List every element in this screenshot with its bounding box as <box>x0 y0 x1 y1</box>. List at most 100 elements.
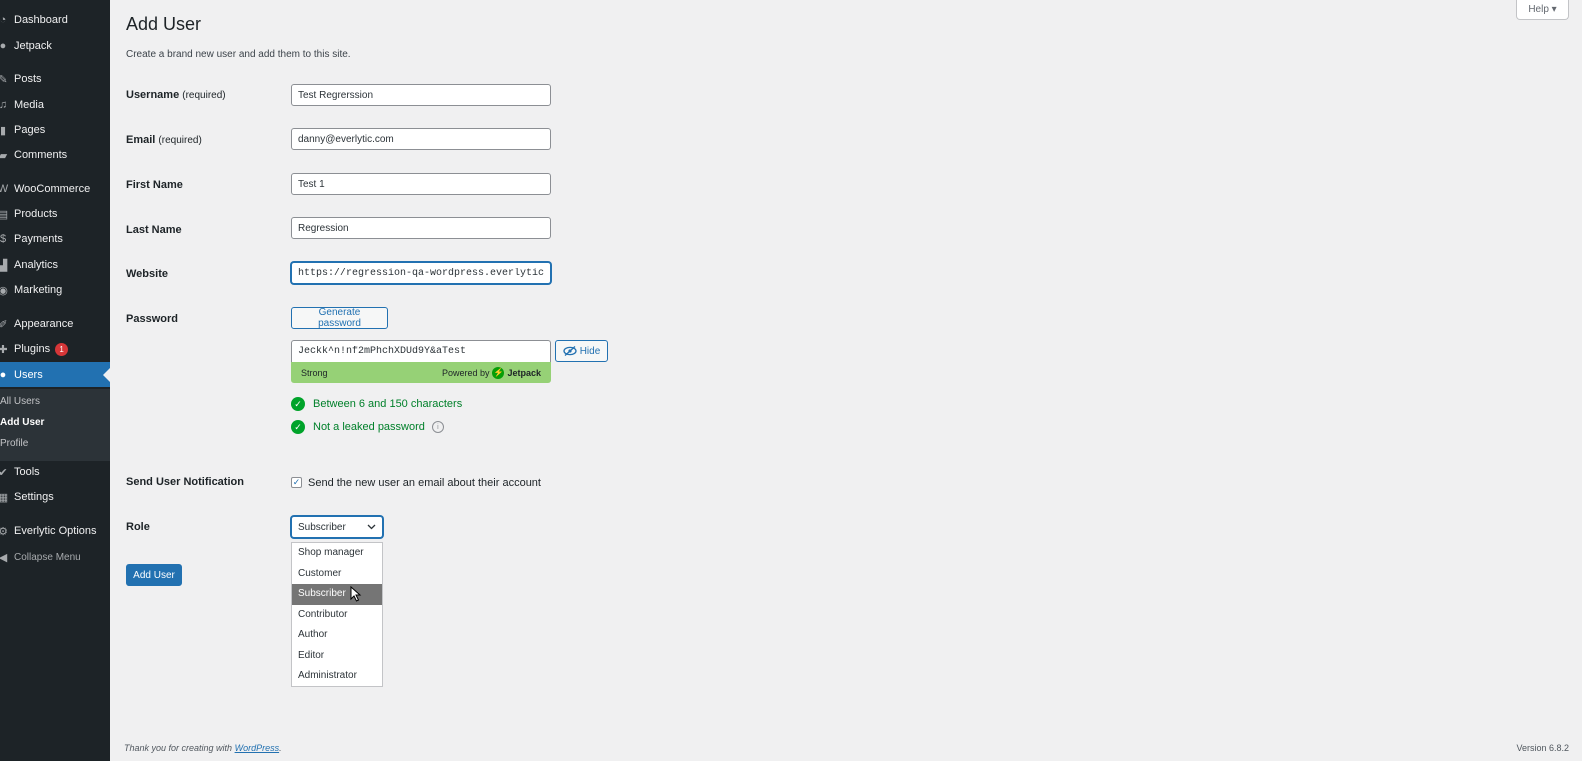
add-user-button[interactable]: Add User <box>126 564 182 586</box>
sidebar-item-analytics[interactable]: ▟ Analytics <box>0 253 110 277</box>
send-notification-text[interactable]: Send the new user an email about their a… <box>308 477 541 489</box>
wordpress-link[interactable]: WordPress <box>235 743 280 753</box>
website-label: Website <box>126 268 168 280</box>
media-icon: ♫ <box>0 99 8 111</box>
role-option-shop-manager[interactable]: Shop manager <box>292 543 382 564</box>
settings-icon: ▦ <box>0 491 9 504</box>
sidebar-item-products[interactable]: ▤ Products <box>0 202 110 226</box>
email-input[interactable] <box>291 128 551 150</box>
sidebar-item-comments[interactable]: ▰ Comments <box>0 143 110 167</box>
users-submenu: All Users Add User Profile <box>0 389 110 461</box>
role-option-customer[interactable]: Customer <box>292 564 382 585</box>
sidebar-item-label: Tools <box>14 466 40 478</box>
role-option-subscriber[interactable]: Subscriber <box>292 584 382 605</box>
submenu-item-profile[interactable]: Profile <box>0 438 28 449</box>
password-input[interactable] <box>291 340 551 362</box>
first-name-input[interactable] <box>291 173 551 195</box>
submenu-item-add-user[interactable]: Add User <box>0 417 44 428</box>
woocommerce-icon: W <box>0 183 9 195</box>
submenu-item-all-users[interactable]: All Users <box>0 396 40 407</box>
page-description: Create a brand new user and add them to … <box>126 49 351 60</box>
first-name-label: First Name <box>126 179 183 191</box>
sidebar-item-label: Users <box>14 368 43 381</box>
bar-chart-icon: ▟ <box>0 259 8 272</box>
sidebar-item-media[interactable]: ♫ Media <box>0 93 110 117</box>
sidebar-item-jetpack[interactable]: ● Jetpack <box>0 34 110 58</box>
sidebar-item-label: Plugins <box>14 343 51 355</box>
email-label: Email (required) <box>126 134 202 146</box>
role-option-editor[interactable]: Editor <box>292 646 382 667</box>
role-option-administrator[interactable]: Administrator <box>292 666 382 687</box>
user-icon: ● <box>0 368 7 381</box>
page-title: Add User <box>126 14 202 34</box>
generate-password-button[interactable]: Generate password <box>291 307 388 329</box>
eye-slash-icon <box>563 346 577 356</box>
chevron-down-icon <box>367 524 376 530</box>
sidebar-item-appearance[interactable]: ✐ Appearance <box>0 312 110 336</box>
password-check-length: ✓ Between 6 and 150 characters <box>291 397 462 411</box>
dollar-icon: $ <box>0 233 7 245</box>
sidebar-item-label: Posts <box>14 73 42 85</box>
sidebar-item-tools[interactable]: ✔ Tools <box>0 460 110 484</box>
comment-icon: ▰ <box>0 149 8 162</box>
active-indicator <box>103 367 110 382</box>
page-icon: ▮ <box>0 124 7 137</box>
sidebar-item-label: Pages <box>14 124 46 136</box>
sidebar-item-label: Collapse Menu <box>14 551 81 563</box>
last-name-input[interactable] <box>291 217 551 239</box>
update-count-badge: 1 <box>55 342 69 356</box>
sidebar-item-payments[interactable]: $ Payments <box>0 227 110 251</box>
sidebar-item-posts[interactable]: ✎ Posts <box>0 67 110 91</box>
role-label: Role <box>126 521 150 533</box>
sidebar-item-label: Everlytic Options <box>14 525 97 537</box>
megaphone-icon: ◉ <box>0 284 8 297</box>
last-name-label: Last Name <box>126 224 182 236</box>
checkmark-icon: ✓ <box>292 477 301 487</box>
role-option-author[interactable]: Author <box>292 625 382 646</box>
sidebar-item-dashboard[interactable]: ◔ Dashboard <box>0 8 110 32</box>
collapse-menu-button[interactable]: ◀ Collapse Menu <box>0 545 110 569</box>
sidebar-item-label: Settings <box>14 491 54 503</box>
plug-icon: ✚ <box>0 343 8 356</box>
info-icon[interactable]: i <box>431 421 444 433</box>
sidebar-item-label: Comments <box>14 149 68 161</box>
sidebar-item-users[interactable]: ● Users <box>0 362 110 387</box>
sidebar-item-label: WooCommerce <box>14 183 91 195</box>
sidebar-item-label: Jetpack <box>14 40 52 52</box>
sidebar-item-label: Payments <box>14 233 63 245</box>
mouse-cursor-icon <box>350 586 362 602</box>
sidebar-item-plugins[interactable]: ✚ Plugins 1 <box>0 337 110 361</box>
sidebar-item-label: Dashboard <box>14 14 68 26</box>
powered-by-jetpack: Powered by ⚡ Jetpack <box>441 366 541 379</box>
sidebar-item-label: Media <box>14 99 44 111</box>
pin-icon: ✎ <box>0 73 8 86</box>
admin-sidebar: ◔ Dashboard ● Jetpack ✎ Posts ♫ Media ▮ … <box>0 0 110 761</box>
archive-icon: ▤ <box>0 208 9 221</box>
help-tab-button[interactable]: Help ▾ <box>1516 0 1569 20</box>
sidebar-item-everlytic-options[interactable]: ⚙ Everlytic Options <box>0 519 110 543</box>
strength-label: Strong <box>301 367 328 378</box>
jetpack-icon: ● <box>0 40 7 52</box>
hide-password-button[interactable]: Hide <box>555 340 608 362</box>
main-content: Add User Create a brand new user and add… <box>110 0 1582 761</box>
website-input[interactable] <box>291 262 551 284</box>
password-check-leaked: ✓ Not a leaked password i <box>291 420 444 434</box>
sidebar-item-pages[interactable]: ▮ Pages <box>0 118 110 142</box>
check-icon: ✓ <box>291 420 305 434</box>
gear-icon: ⚙ <box>0 525 8 538</box>
sidebar-item-label: Products <box>14 208 58 220</box>
paintbrush-icon: ✐ <box>0 318 8 331</box>
username-input[interactable] <box>291 84 551 106</box>
role-dropdown-list: Shop manager Customer Subscriber Contrib… <box>291 542 383 687</box>
send-notification-label: Send User Notification <box>126 476 244 488</box>
sidebar-item-marketing[interactable]: ◉ Marketing <box>0 278 110 302</box>
sidebar-item-woocommerce[interactable]: W WooCommerce <box>0 177 110 201</box>
role-option-contributor[interactable]: Contributor <box>292 605 382 626</box>
sidebar-item-label: Marketing <box>14 284 63 296</box>
role-select[interactable]: Subscriber <box>291 516 383 538</box>
footer-version: Version 6.8.2 <box>1516 743 1569 753</box>
sidebar-item-settings[interactable]: ▦ Settings <box>0 485 110 509</box>
send-notification-checkbox[interactable]: ✓ <box>291 477 302 488</box>
footer-credit: Thank you for creating with WordPress. <box>124 743 282 753</box>
collapse-icon: ◀ <box>0 551 8 564</box>
